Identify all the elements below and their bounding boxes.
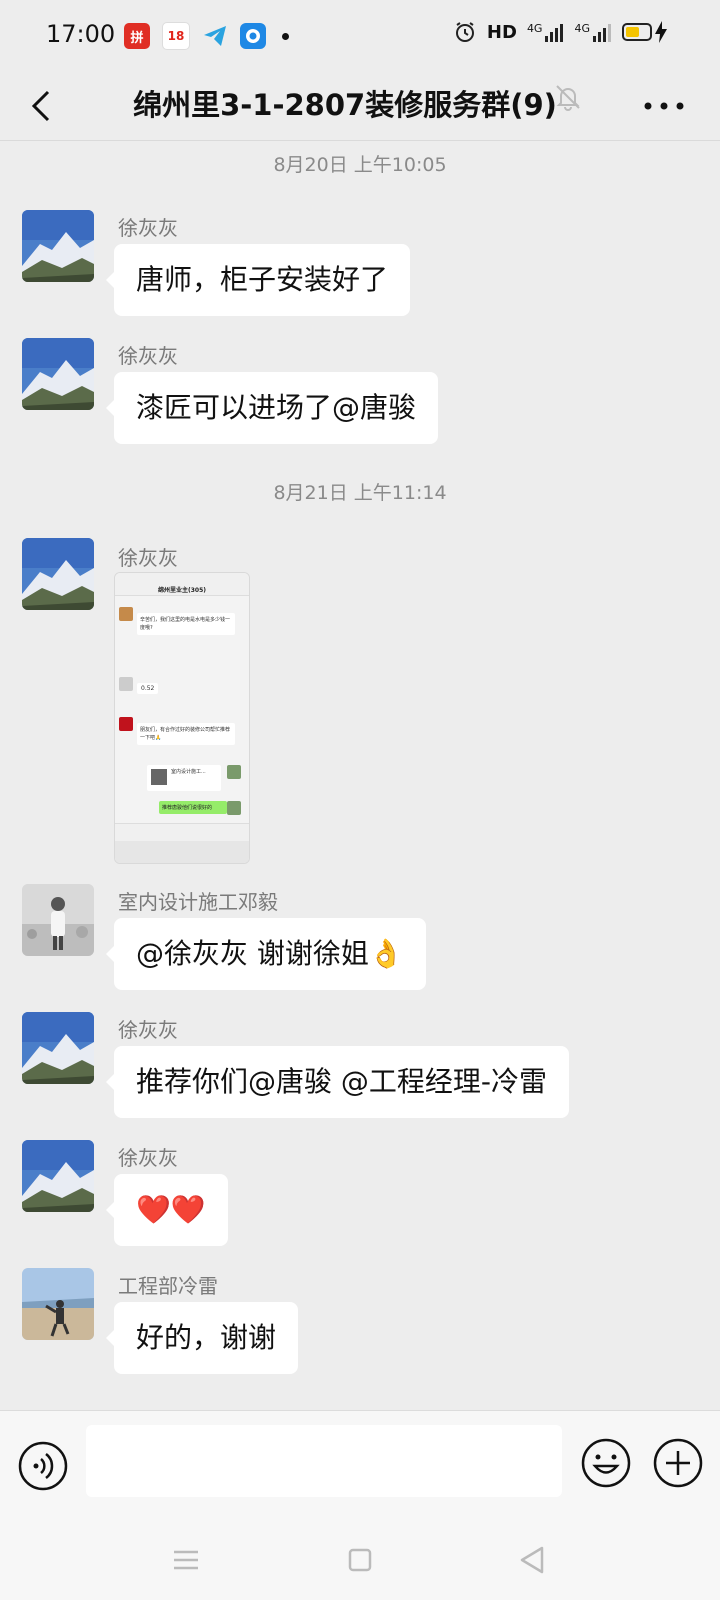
screenshot-image-message[interactable]: 绵州里业主(305) 辛苦们，我们这里的电是水电是多少钱一度哦? 0.52 朋友…	[114, 572, 250, 864]
sender-name: 徐灰灰	[118, 1146, 178, 1170]
sender-name: 徐灰灰	[118, 546, 178, 570]
more-options-button[interactable]	[640, 88, 690, 124]
home-nav-button[interactable]	[342, 1542, 378, 1578]
signal-4g-2: 4G	[574, 22, 612, 42]
signal-4g-1: 4G	[527, 22, 565, 42]
notification-icons: 拼 18	[124, 22, 289, 50]
hd-indicator: HD	[486, 21, 517, 43]
input-bar	[0, 1410, 720, 1521]
status-indicators: HD 4G 4G	[453, 20, 668, 44]
timestamp: 8月20日 上午10:05	[273, 154, 447, 176]
message-bubble[interactable]: 好的，谢谢	[105, 1302, 299, 1374]
avatar-leng[interactable]	[22, 1268, 94, 1340]
timestamp: 8月21日 上午11:14	[273, 482, 447, 504]
thumb-title: 绵州里业主(305)	[157, 587, 206, 594]
system-nav-bar	[0, 1520, 720, 1600]
pdd-app-icon: 拼	[124, 23, 150, 49]
sender-name: 徐灰灰	[118, 216, 178, 240]
thumb-value: 0.52	[137, 683, 159, 694]
avatar-deng[interactable]	[22, 884, 94, 956]
message-bubble[interactable]: @徐灰灰 谢谢徐姐👌	[106, 918, 426, 990]
emoji-button[interactable]	[580, 1437, 632, 1489]
charging-icon	[655, 21, 667, 43]
browser-app-icon	[240, 23, 266, 49]
thumb-message: 辛苦们，我们这里的电是水电是多少钱一度哦?	[137, 613, 235, 635]
title-bar: 绵州里3-1-2807装修服务群(9)	[0, 72, 720, 141]
jd-app-icon: 18	[162, 22, 190, 50]
mute-bell-icon	[556, 85, 580, 111]
thumb-reply: 推荐唐骏他们说很好的	[159, 801, 227, 814]
avatar-xu[interactable]	[22, 538, 94, 610]
battery-icon	[622, 23, 652, 41]
add-attachment-button[interactable]	[652, 1437, 704, 1489]
sender-name: 工程部冷雷	[118, 1274, 218, 1298]
message-bubble[interactable]: 漆匠可以进场了@唐骏	[105, 372, 439, 444]
back-nav-button[interactable]	[514, 1542, 550, 1578]
message-input[interactable]	[86, 1425, 562, 1497]
message-bubble[interactable]: 推荐你们@唐骏 @工程经理-冷雷	[105, 1046, 570, 1118]
avatar-xu[interactable]	[22, 1012, 94, 1084]
avatar-xu[interactable]	[22, 338, 94, 410]
menu-nav-button[interactable]	[168, 1542, 204, 1578]
status-time: 17:00	[46, 20, 116, 48]
avatar-xu[interactable]	[22, 210, 94, 282]
avatar-xu[interactable]	[22, 1140, 94, 1212]
thumb-message: 朋友们，有合作过好的装修公司帮忙推荐一下吧🙏	[137, 723, 235, 745]
more-notifications-dot	[282, 32, 289, 40]
sender-name: 室内设计施工邓毅	[118, 890, 278, 914]
message-bubble[interactable]: 唐师，柜子安装好了	[105, 244, 411, 316]
status-bar: 17:00 拼 18 HD 4G 4G	[0, 0, 720, 72]
sender-name: 徐灰灰	[118, 344, 178, 368]
voice-input-button[interactable]	[18, 1441, 68, 1491]
chat-title: 绵州里3-1-2807装修服务群(9)	[133, 88, 557, 122]
telegram-icon	[202, 23, 228, 49]
sender-name: 徐灰灰	[118, 1018, 178, 1042]
message-bubble[interactable]: ❤️❤️	[106, 1174, 228, 1246]
alarm-icon	[455, 22, 474, 42]
